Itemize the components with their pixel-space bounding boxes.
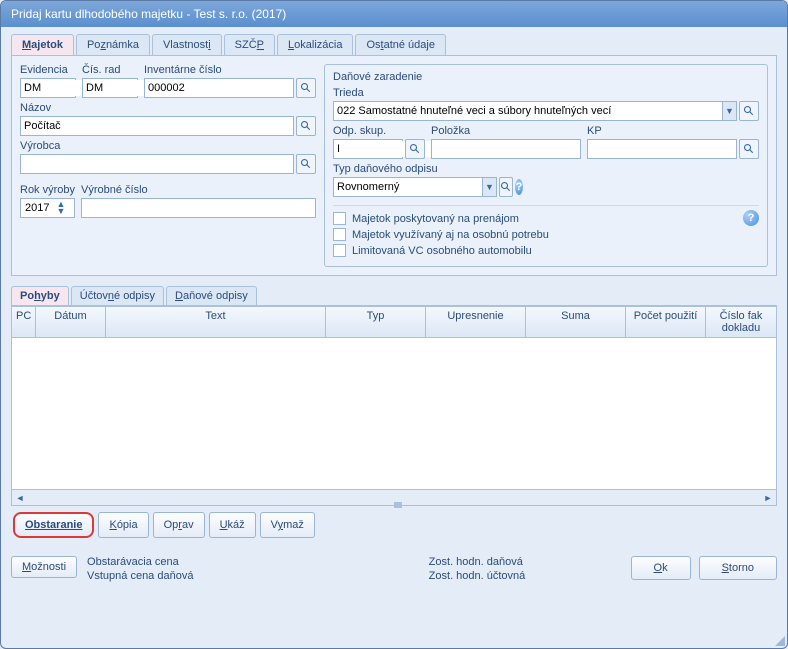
ukaz-button[interactable]: Ukáž	[209, 512, 256, 538]
chevron-down-icon[interactable]: ▼	[482, 178, 496, 196]
nazov-input[interactable]	[20, 116, 294, 136]
vymaz-button[interactable]: Vymaž	[260, 512, 315, 538]
col-datum[interactable]: Dátum	[36, 307, 106, 337]
obstaranie-button[interactable]: Obstaranie	[13, 512, 94, 538]
col-pc[interactable]: PC	[12, 307, 36, 337]
odp-skup-select[interactable]: ▼	[333, 139, 403, 159]
zost-hodn-uctovna-label: Zost. hodn. účtovná	[429, 570, 621, 582]
evidencia-label: Evidencia	[20, 64, 76, 76]
resize-grip-icon[interactable]	[771, 632, 785, 646]
moznosti-button[interactable]: Možnosti	[11, 556, 77, 578]
trieda-value[interactable]	[334, 103, 722, 119]
rok-vyroby-label: Rok výroby	[20, 184, 75, 196]
checkbox-prenajom[interactable]	[333, 212, 346, 225]
kp-label: KP	[587, 125, 759, 137]
tab-poznamka[interactable]: Poznámka	[76, 34, 150, 55]
subtab-uctovne-odpisy[interactable]: Účtovné odpisy	[71, 286, 164, 305]
col-cislo-fak[interactable]: Číslo fak dokladu	[706, 307, 776, 337]
ok-button[interactable]: Ok	[631, 556, 691, 580]
chk-prenajom-label: Majetok poskytovaný na prenájom	[352, 213, 519, 225]
subtab-danove-odpisy[interactable]: Daňové odpisy	[166, 286, 257, 305]
spinner-buttons[interactable]: ▲▼	[55, 201, 67, 215]
vyrobca-input[interactable]	[20, 154, 294, 174]
vyrobne-cislo-input[interactable]	[81, 198, 316, 218]
col-upresnenie[interactable]: Upresnenie	[426, 307, 526, 337]
help-icon[interactable]: ?	[743, 210, 759, 226]
scroll-left-icon[interactable]: ◄	[12, 491, 28, 505]
danove-zaradenie-title: Daňové zaradenie	[333, 71, 759, 83]
evidencia-select[interactable]: ▼	[20, 78, 76, 98]
tab-vlastnosti[interactable]: Vlastnosti	[152, 34, 222, 55]
nazov-label: Názov	[20, 102, 316, 114]
action-row: Obstaranie Kópia Oprav Ukáž Vymaž	[11, 506, 777, 544]
vyrobne-cislo-label: Výrobné číslo	[81, 184, 316, 196]
tab-szcp[interactable]: SZČP	[224, 34, 275, 55]
scroll-right-icon[interactable]: ►	[760, 491, 776, 505]
subtab-pohyby[interactable]: Pohyby	[11, 286, 69, 305]
horizontal-scrollbar[interactable]: ◄ ►	[12, 489, 776, 505]
obstaravacia-cena-label: Obstarávacia cena	[87, 556, 289, 568]
chk-osobna-potreba-label: Majetok využívaný aj na osobnú potrebu	[352, 229, 549, 241]
help-icon[interactable]: ?	[515, 179, 523, 195]
inv-cislo-input[interactable]	[144, 78, 294, 98]
col-pocet-pouziti[interactable]: Počet použití	[626, 307, 706, 337]
trieda-label: Trieda	[333, 87, 759, 99]
subtabs: Pohyby Účtovné odpisy Daňové odpisy	[11, 286, 777, 306]
checkbox-limitovana-vc[interactable]	[333, 244, 346, 257]
typ-odpisu-value[interactable]	[334, 179, 482, 195]
cis-rad-select[interactable]: ▼	[82, 78, 138, 98]
search-icon[interactable]	[296, 116, 316, 136]
chk-limitovana-vc-label: Limitovaná VC osobného automobilu	[352, 245, 532, 257]
odp-skup-label: Odp. skup.	[333, 125, 425, 137]
zost-hodn-danova-label: Zost. hodn. daňová	[429, 556, 621, 568]
polozka-label: Položka	[431, 125, 581, 137]
inv-cislo-label: Inventárne číslo	[144, 64, 316, 76]
trieda-select[interactable]: ▼	[333, 101, 737, 121]
storno-button[interactable]: Storno	[699, 556, 777, 580]
cis-rad-label: Čís. rad	[82, 64, 138, 76]
rok-vyroby-spinner[interactable]: ▲▼	[20, 198, 75, 218]
window-title: Pridaj kartu dlhodobého majetku - Test s…	[11, 7, 286, 21]
kp-input[interactable]	[587, 139, 737, 159]
search-icon[interactable]	[739, 139, 759, 159]
grid-header: PC Dátum Text Typ Upresnenie Suma Počet …	[12, 307, 776, 338]
search-icon[interactable]	[499, 177, 513, 197]
vyrobca-label: Výrobca	[20, 140, 316, 152]
typ-odpisu-select[interactable]: ▼	[333, 177, 497, 197]
main-tabs: Majetok Poznámka Vlastnosti SZČP Lokaliz…	[11, 34, 777, 56]
search-icon[interactable]	[739, 101, 759, 121]
col-suma[interactable]: Suma	[526, 307, 626, 337]
typ-odpisu-label: Typ daňového odpisu	[333, 163, 523, 175]
search-icon[interactable]	[405, 139, 425, 159]
kopia-button[interactable]: Kópia	[98, 512, 148, 538]
tab-majetok[interactable]: Majetok	[11, 34, 74, 55]
rok-vyroby-value[interactable]	[23, 200, 55, 216]
window-titlebar: Pridaj kartu dlhodobého majetku - Test s…	[1, 1, 787, 27]
grid: PC Dátum Text Typ Upresnenie Suma Počet …	[11, 306, 777, 506]
vstupna-cena-danova-label: Vstupná cena daňová	[87, 570, 289, 582]
checkbox-osobna-potreba[interactable]	[333, 228, 346, 241]
polozka-input[interactable]	[431, 139, 581, 159]
search-icon[interactable]	[296, 78, 316, 98]
col-typ[interactable]: Typ	[326, 307, 426, 337]
tab-ostatne[interactable]: Ostatné údaje	[355, 34, 446, 55]
chevron-down-icon[interactable]: ▼	[722, 102, 736, 120]
grid-body[interactable]	[12, 338, 776, 489]
tab-lokalizacia[interactable]: Lokalizácia	[277, 34, 353, 55]
main-panel: Evidencia ▼ Čís. rad ▼ Inventárne číslo	[11, 56, 777, 276]
oprav-button[interactable]: Oprav	[153, 512, 205, 538]
search-icon[interactable]	[296, 154, 316, 174]
col-text[interactable]: Text	[106, 307, 326, 337]
